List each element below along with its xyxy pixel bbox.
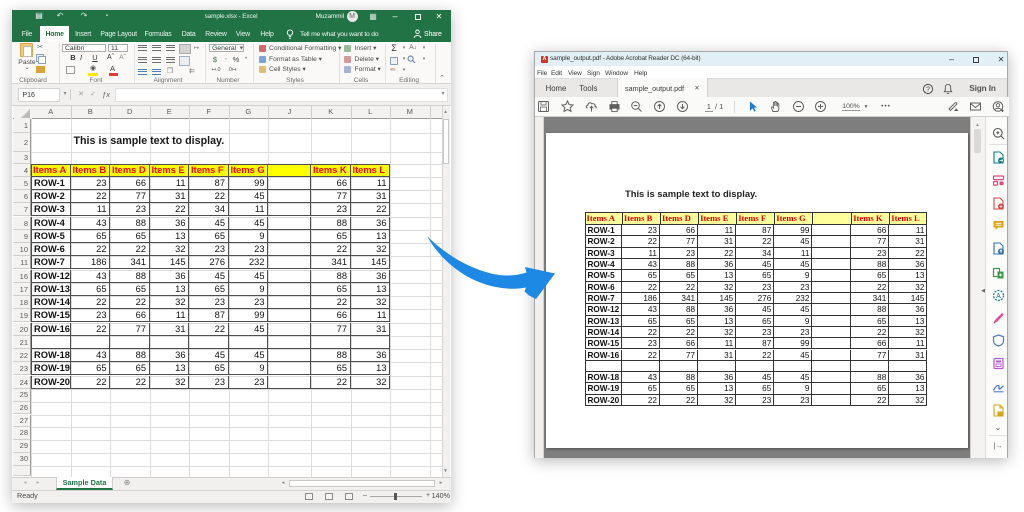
svg-text:A: A [996, 293, 1001, 300]
svg-text:?: ? [926, 86, 930, 93]
